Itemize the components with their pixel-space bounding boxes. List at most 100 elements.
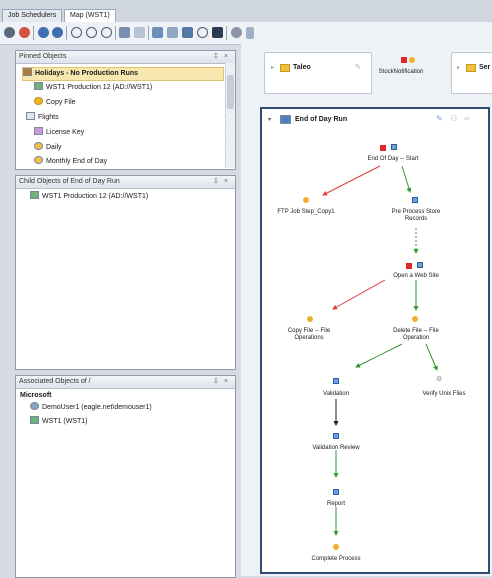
list-item[interactable]: License Key xyxy=(34,127,84,139)
failure-connector[interactable] xyxy=(332,279,386,310)
node-pre-process[interactable]: Pre Process Store Records xyxy=(388,209,444,223)
failure-icon xyxy=(380,145,386,151)
success-connector[interactable] xyxy=(355,343,403,368)
item-label: Flights xyxy=(38,114,59,121)
unix-icon: ⚙ xyxy=(436,376,443,383)
close-panel-icon[interactable]: × xyxy=(224,378,228,385)
item-label: WST1 Production 12 (AD://WST1) xyxy=(42,193,149,200)
back-icon[interactable] xyxy=(38,27,49,38)
node-ftp-job-step[interactable]: FTP Job Step_Copy1 xyxy=(272,209,340,216)
success-connector[interactable] xyxy=(401,165,412,193)
user-icon xyxy=(30,402,39,410)
list-item[interactable]: Monthly End of Day xyxy=(34,156,107,168)
close-panel-icon[interactable]: × xyxy=(224,53,228,60)
failure-connector[interactable] xyxy=(322,165,381,196)
list-item[interactable]: WST1 Production 12 (AD://WST1) xyxy=(34,82,152,94)
list-item[interactable]: WST1 Production 12 (AD://WST1) xyxy=(30,191,148,203)
schedule-icon xyxy=(391,144,397,150)
map-group-card[interactable]: ▸ Taleo ✎ xyxy=(264,52,372,94)
panel-icon[interactable] xyxy=(246,27,254,39)
link-icon[interactable]: ✎ xyxy=(355,63,361,71)
item-label: WST1 (WST1) xyxy=(42,418,88,425)
success-connector[interactable] xyxy=(425,343,438,371)
item-label: DemoUser1 (eagle.net\demouser1) xyxy=(42,404,152,411)
item-label: Monthly End of Day xyxy=(46,158,108,165)
toolbar xyxy=(0,22,492,45)
node-validation-review[interactable]: Validation Review xyxy=(301,445,371,452)
job-icon xyxy=(307,316,313,322)
gear-icon[interactable] xyxy=(231,27,242,38)
schedule-icon xyxy=(417,262,423,268)
schedule-icon xyxy=(412,197,418,203)
associated-objects-panel: Associated Objects of / ‡ × Microsoft De… xyxy=(15,375,236,578)
zoom-in-icon[interactable] xyxy=(71,27,82,38)
list-item[interactable]: Daily xyxy=(34,142,62,154)
node-report[interactable]: Report xyxy=(306,501,366,508)
node-label: StockNotification xyxy=(378,69,424,75)
panel-header: Child Objects of End of Day Run ‡ × xyxy=(16,176,235,189)
toolbar-separator xyxy=(66,26,67,40)
server-icon xyxy=(30,416,39,424)
panel-title: Associated Objects of / xyxy=(19,378,91,385)
forward-icon[interactable] xyxy=(52,27,63,38)
item-label: WST1 Production 12 (AD://WST1) xyxy=(46,84,153,91)
scrollbar[interactable] xyxy=(225,63,235,168)
search-icon[interactable] xyxy=(197,27,208,38)
job-icon xyxy=(412,316,418,322)
node-copy-file[interactable]: Copy File -- File Operations xyxy=(280,328,338,342)
hierarchy-icon[interactable] xyxy=(119,27,130,38)
schedule-icon xyxy=(333,489,339,495)
zoom-fit-icon[interactable] xyxy=(86,27,97,38)
panel-header: Associated Objects of / ‡ × xyxy=(16,376,235,389)
refresh-icon[interactable] xyxy=(4,27,15,38)
close-panel-icon[interactable]: × xyxy=(224,178,228,185)
node-delete-file[interactable]: Delete File -- File Operation xyxy=(386,328,446,342)
tab-map-wst1[interactable]: Map (WST1) xyxy=(64,9,116,23)
pin-panel-icon[interactable]: ‡ xyxy=(214,178,218,185)
folder-icon xyxy=(280,64,290,72)
node-icons xyxy=(406,262,432,270)
link-icon[interactable] xyxy=(134,27,145,38)
job-icon xyxy=(303,197,309,203)
folder-icon xyxy=(466,64,476,72)
item-label: Copy File xyxy=(46,99,76,106)
group-heading: Microsoft xyxy=(20,392,52,399)
list-item[interactable]: Holidays - No Production Runs xyxy=(22,67,224,81)
clock-icon xyxy=(34,142,43,150)
panel-header: Pinned Objects ‡ × xyxy=(16,51,235,64)
tab-job-schedulers[interactable]: Job Schedulers xyxy=(2,9,63,22)
card-title: Taleo xyxy=(293,64,311,71)
node-validation[interactable]: Validation xyxy=(306,391,366,398)
node-open-web-site[interactable]: Open a Web Site xyxy=(383,273,449,280)
list-item[interactable]: WST1 (WST1) xyxy=(30,416,88,428)
expand-icon[interactable]: ▸ xyxy=(457,64,460,71)
table-icon xyxy=(26,112,35,120)
toolbar-separator xyxy=(148,26,149,40)
node-start[interactable]: End Of Day -- Start xyxy=(355,156,431,163)
list-item[interactable]: DemoUser1 (eagle.net\demouser1) xyxy=(30,402,152,414)
clock-icon xyxy=(34,156,43,164)
map-group-card[interactable]: ▸ Ser xyxy=(451,52,492,94)
panel-title: Child Objects of End of Day Run xyxy=(19,178,120,185)
toolbar-separator xyxy=(33,26,34,40)
pin-panel-icon[interactable]: ‡ xyxy=(214,53,218,60)
move-icon[interactable] xyxy=(152,27,163,38)
select-icon[interactable] xyxy=(182,27,193,38)
stop-icon[interactable] xyxy=(19,27,30,38)
list-item[interactable]: Flights xyxy=(26,112,59,124)
schedule-icon xyxy=(333,378,339,384)
layout-icon[interactable] xyxy=(212,27,223,38)
item-label: License Key xyxy=(46,129,85,136)
node-verify-unix-files[interactable]: Verify Unix Files xyxy=(414,391,474,398)
job-icon xyxy=(333,544,339,550)
pointer-icon[interactable] xyxy=(167,27,178,38)
zoom-out-icon[interactable] xyxy=(101,27,112,38)
pin-panel-icon[interactable]: ‡ xyxy=(214,378,218,385)
job-icon xyxy=(409,57,415,63)
scrollbar-thumb[interactable] xyxy=(227,75,234,109)
node-complete-process[interactable]: Complete Process xyxy=(301,556,371,563)
list-item[interactable]: Copy File xyxy=(34,97,76,109)
tab-bar: Job Schedulers Map (WST1) xyxy=(0,0,492,23)
expand-icon[interactable]: ▸ xyxy=(271,64,274,71)
pinned-objects-panel: Pinned Objects ‡ × Holidays - No Product… xyxy=(15,50,236,170)
